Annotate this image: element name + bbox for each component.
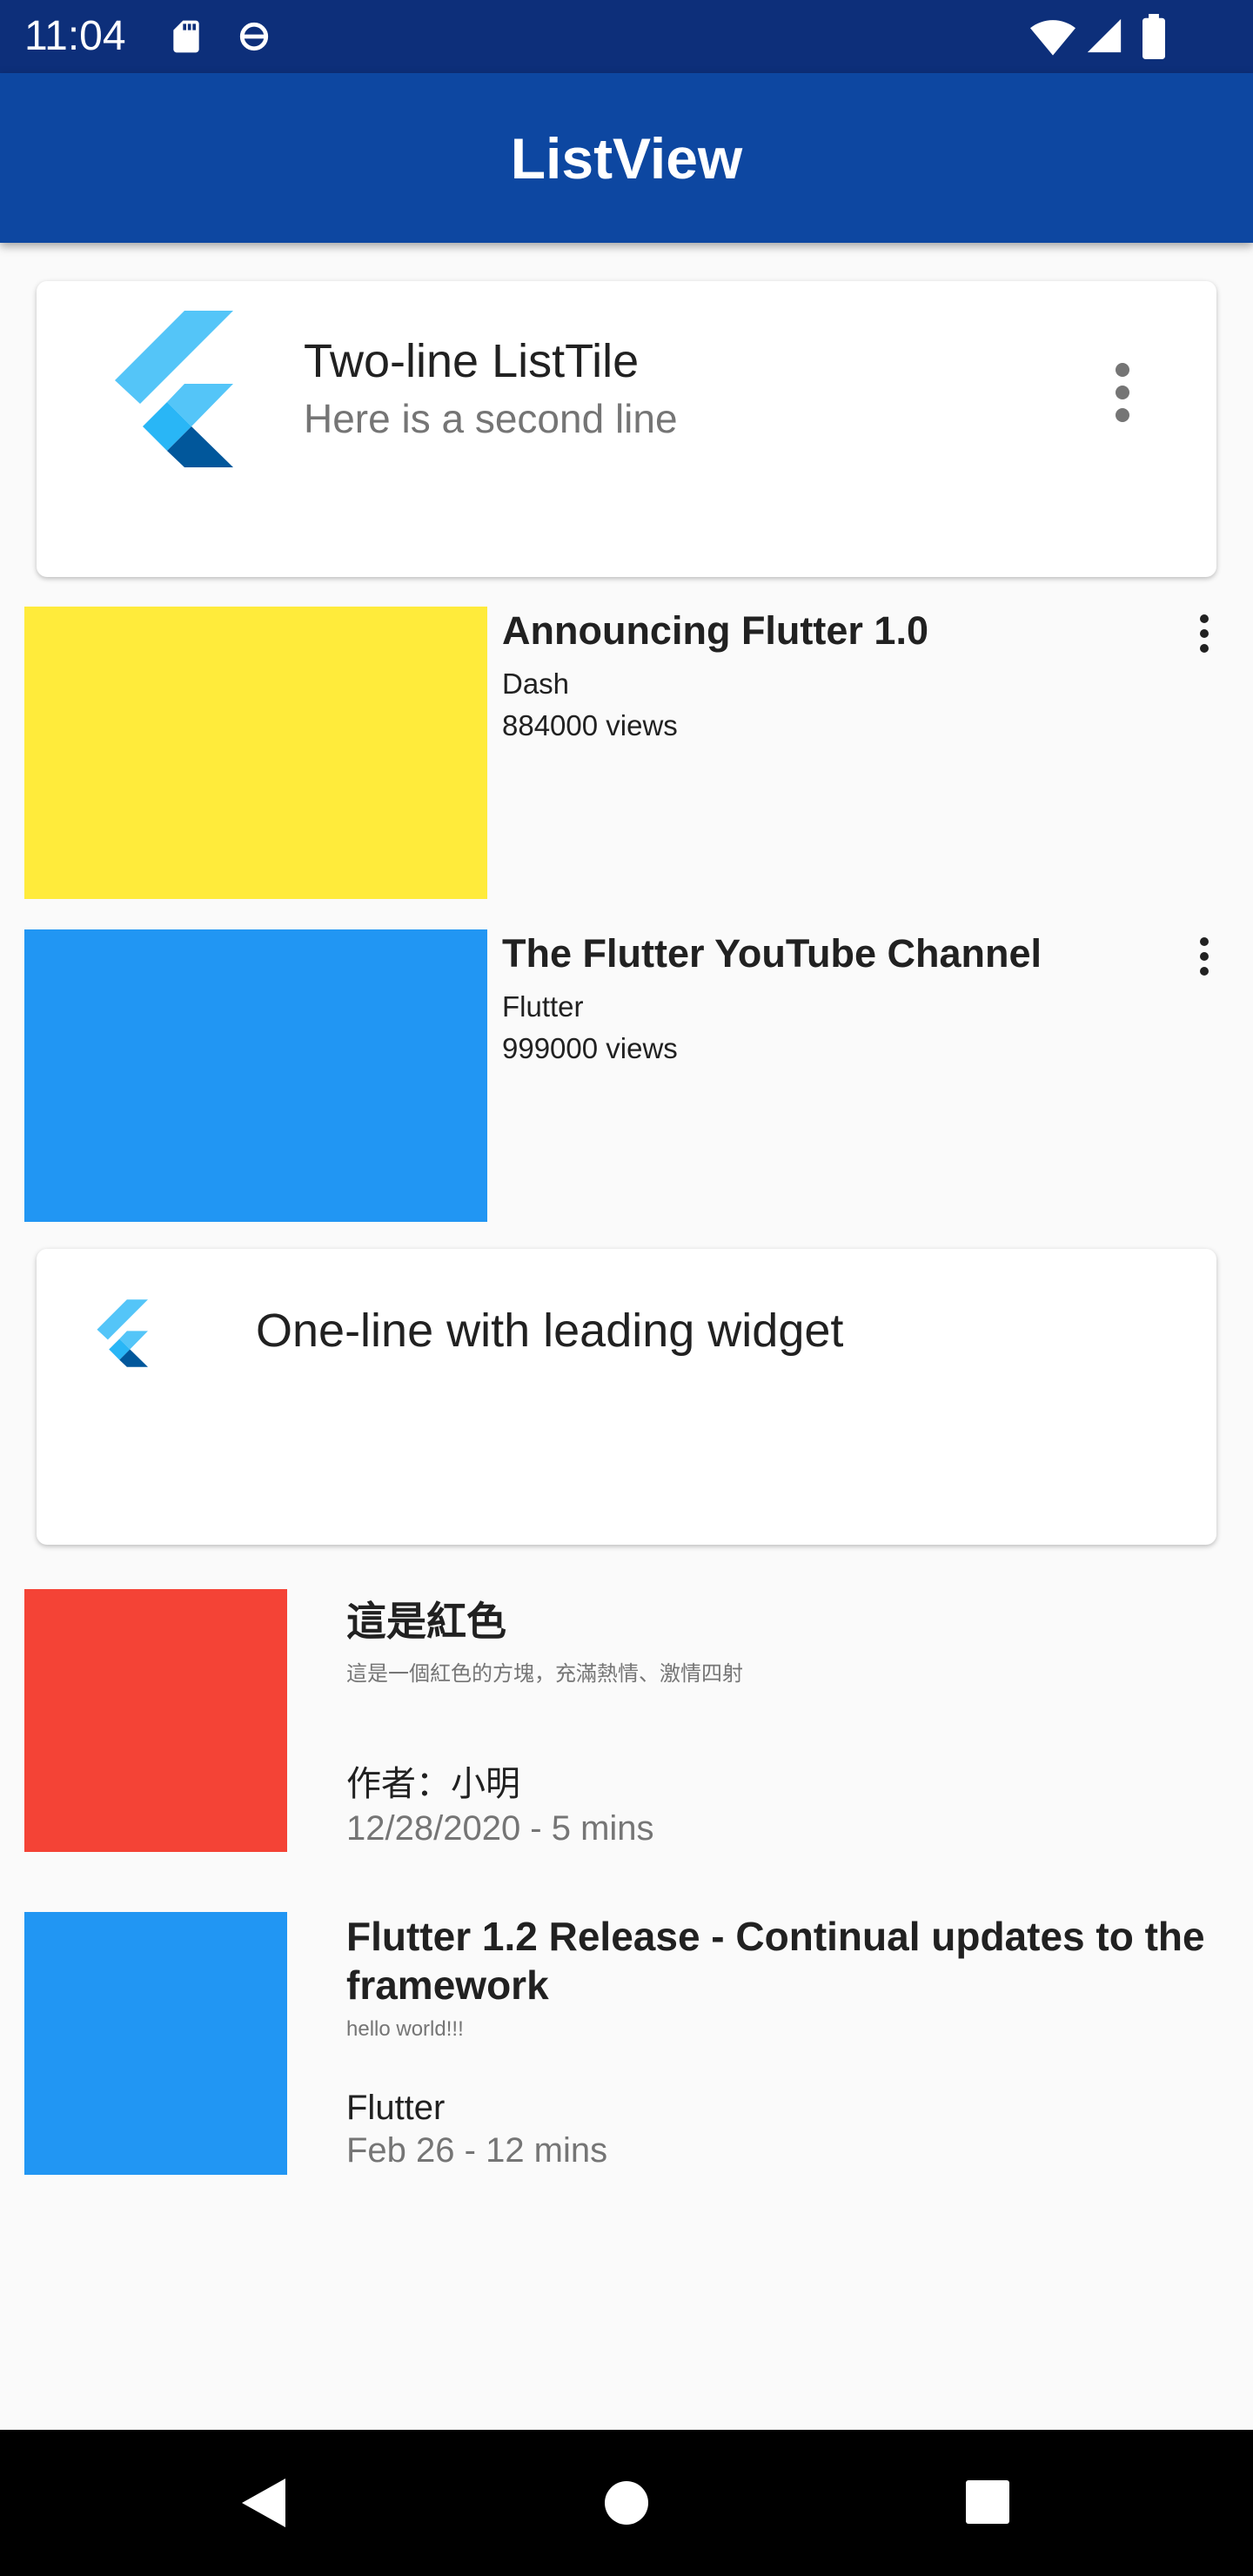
article-thumbnail xyxy=(24,1912,287,2175)
article-thumbnail xyxy=(24,1589,287,1852)
sync-icon xyxy=(239,22,269,51)
video-thumbnail xyxy=(24,607,487,899)
article-subtitle: 這是一個紅色的方塊，充滿熱情、激情四射 xyxy=(346,1662,743,1686)
two-line-tile-card[interactable]: Two-line ListTile Here is a second line xyxy=(37,281,1216,577)
navigation-bar xyxy=(0,2430,1253,2576)
more-vert-icon[interactable] xyxy=(1112,361,1133,424)
signal-icon xyxy=(1087,18,1122,53)
flutter-logo-icon xyxy=(97,1299,148,1367)
more-vert-icon[interactable] xyxy=(1194,937,1215,976)
tile-title: Two-line ListTile xyxy=(304,335,640,387)
app-title: ListView xyxy=(510,126,743,191)
more-vert-icon[interactable] xyxy=(1194,614,1215,653)
tile-title: One-line with leading widget xyxy=(256,1305,844,1357)
video-thumbnail xyxy=(24,929,487,1222)
battery-icon xyxy=(1142,14,1165,59)
wifi-icon xyxy=(1030,20,1075,56)
video-views: 999000 views xyxy=(502,1032,678,1064)
video-title: Announcing Flutter 1.0 xyxy=(502,608,928,653)
screen: 11:04 ListView Two-line ListTile Here is… xyxy=(0,0,1253,2576)
article-title: 這是紅色 xyxy=(346,1599,506,1644)
video-views: 884000 views xyxy=(502,709,678,741)
video-user: Dash xyxy=(502,667,570,700)
article-date: Feb 26 - 12 mins xyxy=(346,2131,608,2170)
one-line-tile-card[interactable]: One-line with leading widget xyxy=(37,1249,1216,1545)
article-subtitle: hello world!!! xyxy=(346,2017,464,2041)
article-date: 12/28/2020 - 5 mins xyxy=(346,1809,654,1848)
article-author: 作者：小明 xyxy=(346,1765,520,1803)
video-title: The Flutter YouTube Channel xyxy=(502,931,1042,976)
flutter-logo-icon xyxy=(115,311,233,467)
sd-card-icon xyxy=(173,20,199,53)
article-title: Flutter 1.2 Release - Continual updates … xyxy=(346,1914,1205,2008)
status-time: 11:04 xyxy=(24,13,126,59)
tile-subtitle: Here is a second line xyxy=(304,396,678,441)
app-bar: ListView xyxy=(0,73,1253,243)
home-icon[interactable] xyxy=(602,2475,651,2531)
recents-icon[interactable] xyxy=(964,2475,1011,2531)
article-author: Flutter xyxy=(346,2089,446,2127)
status-bar: 11:04 xyxy=(0,0,1253,73)
back-icon[interactable] xyxy=(237,2475,292,2531)
video-user: Flutter xyxy=(502,990,584,1023)
